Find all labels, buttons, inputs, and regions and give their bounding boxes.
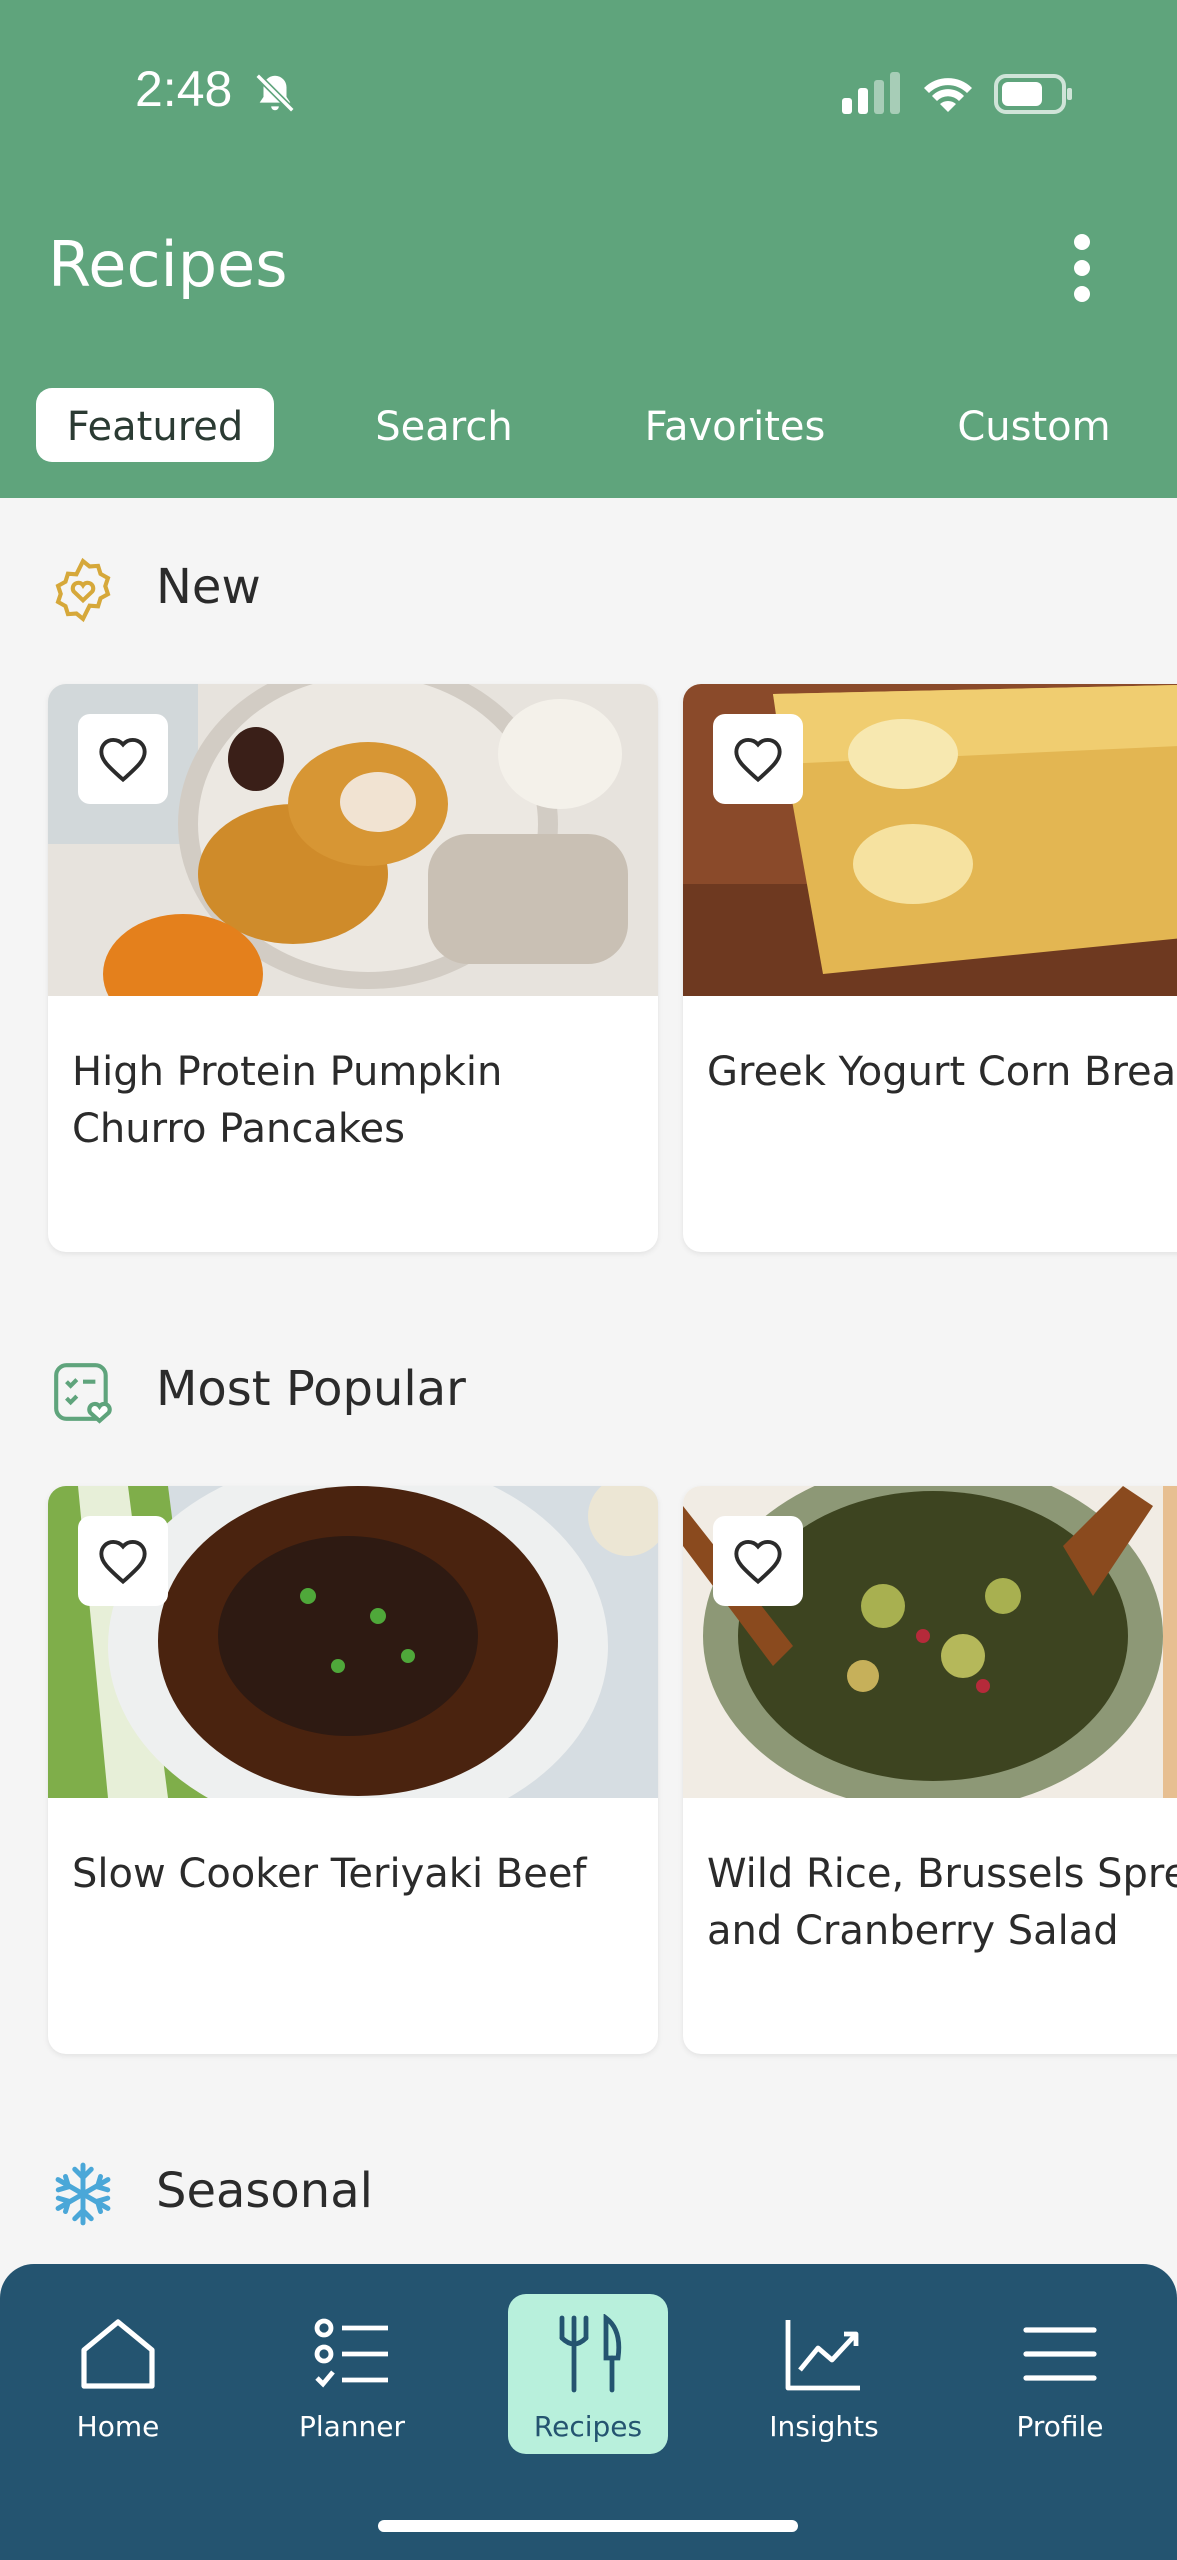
heart-outline-icon [99,737,147,783]
recipe-tabs: Featured Search Favorites Custom [0,388,1177,464]
recipe-card[interactable]: High Protein Pumpkin Churro Pancakes [48,684,658,1252]
app-header: 2:48 Recipes Featured Search Favorites C… [0,0,1177,498]
battery-icon [994,74,1072,114]
menu-dot [1074,234,1090,250]
checklist-heart-icon [54,1363,112,1424]
home-icon [81,2319,155,2389]
heart-outline-icon [734,1539,782,1585]
nav-planner[interactable]: Planner [272,2294,432,2454]
wifi-icon [924,78,972,112]
recipe-title: High Protein Pumpkin Churro Pancakes [72,1049,503,1152]
favorite-button[interactable] [78,1516,168,1606]
bottom-navigation: Home Planner Recipes Insights Profile [0,2264,1177,2560]
menu-dot [1074,260,1090,276]
section-new-header: New [0,543,1177,633]
nav-recipes[interactable]: Recipes [508,2294,668,2454]
bell-muted-icon [255,73,295,113]
section-title: Seasonal [156,2163,373,2219]
nav-label: Home [76,2410,160,2443]
recipe-card[interactable]: Greek Yogurt Corn Brea [683,684,1177,1252]
overflow-menu-button[interactable] [1052,228,1112,308]
nav-label: Recipes [533,2410,643,2443]
tab-featured[interactable]: Featured [36,388,274,462]
fork-knife-icon [559,2314,622,2393]
hamburger-menu-icon [1023,2327,1097,2381]
cellular-signal-icon [842,72,900,114]
chart-line-icon [785,2320,860,2391]
section-seasonal-header: Seasonal [0,2147,1177,2237]
nav-label: Insights [769,2410,879,2443]
recipe-title: Greek Yogurt Corn Brea [707,1049,1177,1095]
home-indicator[interactable] [378,2520,798,2532]
section-most-popular-header: Most Popular [0,1345,1177,1435]
nav-home[interactable]: Home [38,2294,198,2454]
nav-label: Profile [1016,2410,1104,2443]
recipe-title: Wild Rice, Brussels Spre and Cranberry S… [707,1851,1177,1954]
menu-dot [1074,286,1090,302]
favorite-button[interactable] [78,714,168,804]
tab-favorites[interactable]: Favorites [630,388,840,462]
nav-label: Planner [298,2410,406,2443]
favorite-button[interactable] [713,1516,803,1606]
badge-heart-icon [55,557,111,623]
status-time: 2:48 [135,61,233,117]
tab-search[interactable]: Search [344,388,544,462]
planner-list-icon [314,2318,388,2388]
favorite-button[interactable] [713,714,803,804]
tab-custom[interactable]: Custom [940,388,1128,462]
nav-profile[interactable]: Profile [980,2294,1140,2454]
recipe-card[interactable]: Slow Cooker Teriyaki Beef [48,1486,658,2054]
recipe-title: Slow Cooker Teriyaki Beef [72,1851,587,1897]
snowflake-icon [55,2162,111,2226]
heart-outline-icon [734,737,782,783]
nav-insights[interactable]: Insights [744,2294,904,2454]
heart-outline-icon [99,1539,147,1585]
recipe-card[interactable]: Wild Rice, Brussels Spre and Cranberry S… [683,1486,1177,2054]
section-title: New [156,559,261,615]
page-title: Recipes [48,228,288,301]
section-title: Most Popular [156,1361,466,1417]
